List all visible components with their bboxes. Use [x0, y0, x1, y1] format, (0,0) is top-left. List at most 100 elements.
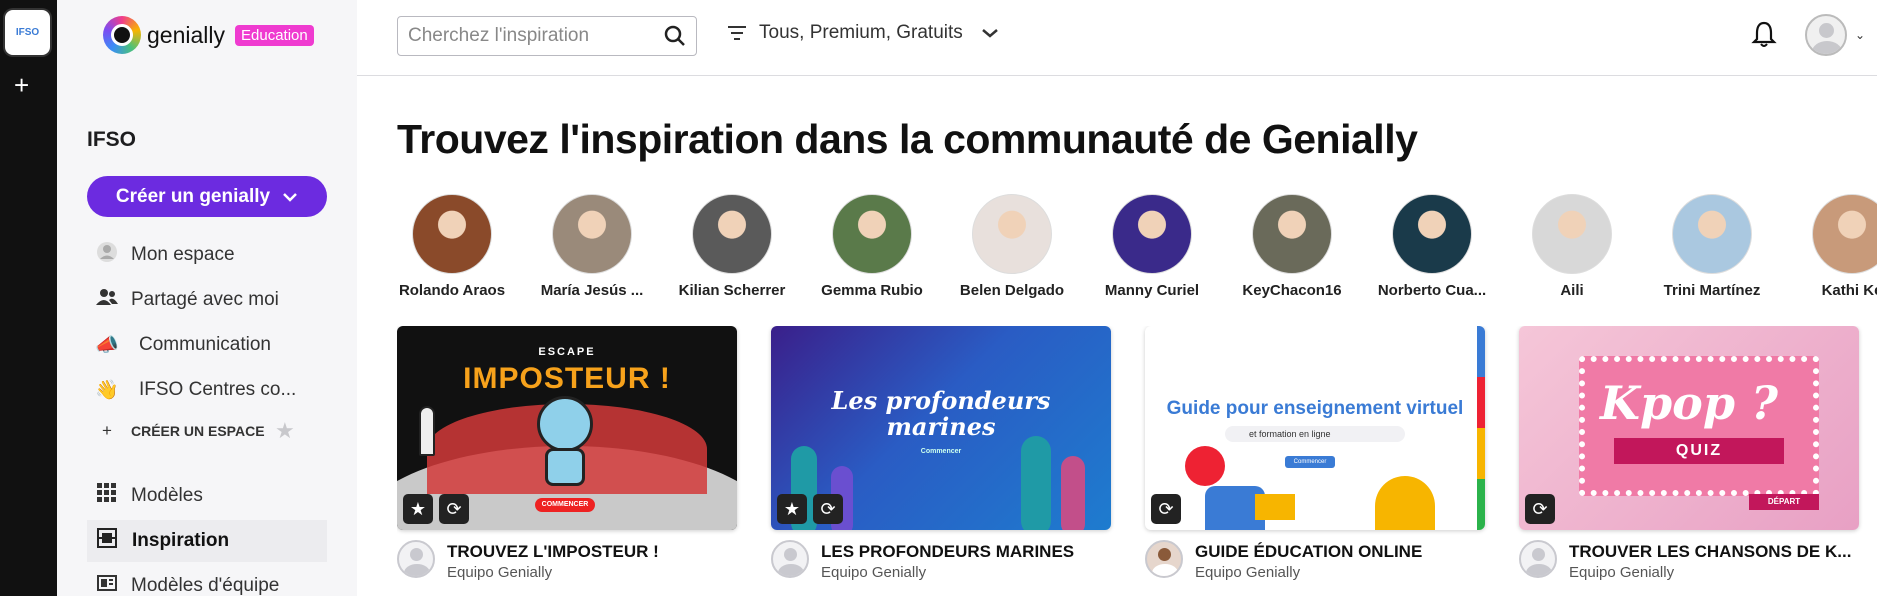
inspiration-icon — [95, 528, 119, 554]
add-workspace-icon[interactable]: + — [14, 72, 29, 98]
creator-name: Kilian Scherrer — [678, 282, 786, 299]
card-author[interactable]: Equipo Genially — [1195, 564, 1300, 581]
creator-avatar — [552, 194, 632, 274]
genially-logo[interactable]: genially Education — [103, 16, 314, 54]
creator-item[interactable]: Rolando Araos — [397, 194, 517, 299]
sidebar-item-label: Modèles — [131, 485, 203, 506]
star-icon[interactable]: ★ — [777, 494, 807, 524]
chevron-down-icon[interactable]: ⌄ — [1855, 28, 1865, 42]
people-icon — [95, 288, 119, 312]
star-icon[interactable]: ★ — [403, 494, 433, 524]
template-card[interactable]: ESCAPE IMPOSTEUR ! COMMENCER ★ ⟳ TROUVEZ… — [397, 326, 737, 588]
card-title[interactable]: LES PROFONDEURS MARINES — [821, 542, 1074, 562]
creator-item[interactable]: Kathi Ke — [1787, 194, 1877, 299]
card-author[interactable]: Equipo Genially — [447, 564, 552, 581]
creator-item[interactable]: Kilian Scherrer — [667, 194, 797, 299]
sidebar-item-communication[interactable]: 📣 Communication — [57, 324, 357, 366]
creator-name: Trini Martínez — [1663, 282, 1761, 299]
search-input[interactable] — [408, 25, 653, 47]
workspace-rail: IFSO + — [0, 0, 57, 596]
filter-icon — [728, 26, 746, 40]
remix-icon[interactable]: ⟳ — [1151, 494, 1181, 524]
creator-item[interactable]: Norberto Cua... — [1367, 194, 1497, 299]
card-author[interactable]: Equipo Genially — [1569, 564, 1674, 581]
creator-avatar — [1672, 194, 1752, 274]
remix-icon[interactable]: ⟳ — [1525, 494, 1555, 524]
page-title: Trouvez l'inspiration dans la communauté… — [397, 116, 1418, 162]
chevron-down-icon — [283, 192, 297, 202]
template-card[interactable]: Guide pour enseignement virtuel et forma… — [1145, 326, 1485, 588]
star-icon[interactable]: ★ — [275, 418, 295, 444]
create-space-button[interactable]: + CRÉER UN ESPACE ★ — [57, 410, 357, 452]
creator-name: Manny Curiel — [1104, 282, 1200, 299]
thumb-text: et formation en ligne — [1225, 426, 1405, 442]
creator-item[interactable]: Manny Curiel — [1087, 194, 1217, 299]
creator-item[interactable]: KeyChacon16 — [1227, 194, 1357, 299]
creator-item[interactable]: Belen Delgado — [947, 194, 1077, 299]
sidebar-item-inspiration[interactable]: Inspiration — [87, 520, 327, 562]
sidebar-item-team-templates[interactable]: Modèles d'équipe — [57, 565, 357, 607]
creator-item[interactable]: María Jesús ... — [527, 194, 657, 299]
creator-avatar — [1532, 194, 1612, 274]
user-avatar[interactable] — [1805, 14, 1847, 56]
grid-icon — [95, 483, 119, 509]
thumb-text: Commencer — [1285, 456, 1335, 468]
brand-name: genially — [147, 21, 225, 48]
creator-name: Aili — [1560, 282, 1584, 299]
card-thumbnail[interactable]: ESCAPE IMPOSTEUR ! COMMENCER ★ ⟳ — [397, 326, 737, 530]
creator-item[interactable]: Gemma Rubio — [807, 194, 937, 299]
creator-item[interactable]: Aili — [1507, 194, 1637, 299]
creator-name: Kathi Ke — [1821, 282, 1877, 299]
creator-name: María Jesús ... — [540, 282, 644, 299]
card-thumbnail[interactable]: Guide pour enseignement virtuel et forma… — [1145, 326, 1485, 530]
sidebar-item-my-space[interactable]: Mon espace — [57, 234, 357, 276]
card-title[interactable]: GUIDE ÉDUCATION ONLINE — [1195, 542, 1422, 562]
template-card[interactable]: Kpop ? QUIZ DÉPART ⟳ TROUVER LES CHANSON… — [1519, 326, 1859, 588]
sidebar-item-ifso-centres[interactable]: 👋 IFSO Centres co... — [57, 369, 357, 411]
creator-avatar — [1252, 194, 1332, 274]
card-title[interactable]: TROUVEZ L'IMPOSTEUR ! — [447, 542, 659, 562]
thumb-text: ESCAPE — [538, 346, 596, 358]
card-author[interactable]: Equipo Genially — [821, 564, 926, 581]
megaphone-icon: 📣 — [95, 335, 119, 356]
thumb-text: IMPOSTEUR ! — [463, 362, 671, 395]
sidebar-item-templates[interactable]: Modèles — [57, 475, 357, 517]
remix-icon[interactable]: ⟳ — [813, 494, 843, 524]
creator-avatar — [972, 194, 1052, 274]
author-avatar — [771, 540, 809, 578]
sidebar-item-label: Partagé avec moi — [131, 289, 279, 310]
waving-hand-icon: 👋 — [95, 380, 119, 401]
filter-dropdown[interactable]: Tous, Premium, Gratuits — [727, 22, 999, 44]
bell-icon[interactable] — [1751, 20, 1777, 48]
card-title[interactable]: TROUVER LES CHANSONS DE K... — [1569, 542, 1851, 562]
search-box — [397, 16, 697, 56]
create-genially-button[interactable]: Créer un genially — [87, 176, 327, 217]
thumb-text: COMMENCER — [535, 498, 595, 512]
user-circle-icon — [95, 241, 119, 269]
thumb-text: Les profondeurs marines — [831, 386, 1051, 441]
template-card[interactable]: Les profondeurs marines Commencer ★ ⟳ LE… — [771, 326, 1111, 588]
sidebar-item-label: Mon espace — [131, 244, 235, 265]
creators-carousel: Rolando Araos María Jesús ... Kilian Sch… — [397, 194, 1877, 306]
creator-avatar — [692, 194, 772, 274]
thumb-text: DÉPART — [1749, 494, 1819, 510]
chevron-down-icon — [981, 29, 998, 38]
education-badge: Education — [235, 24, 314, 46]
team-templates-icon — [95, 575, 119, 597]
search-icon[interactable] — [664, 25, 686, 47]
sidebar-item-shared[interactable]: Partagé avec moi — [57, 279, 357, 321]
workspace-switcher[interactable]: IFSO — [5, 10, 50, 55]
creator-avatar — [1392, 194, 1472, 274]
author-avatar — [397, 540, 435, 578]
card-thumbnail[interactable]: Kpop ? QUIZ DÉPART ⟳ — [1519, 326, 1859, 530]
plus-icon: + — [102, 421, 112, 440]
creator-name: Rolando Araos — [398, 282, 506, 299]
inspiration-grid: ESCAPE IMPOSTEUR ! COMMENCER ★ ⟳ TROUVEZ… — [397, 326, 1877, 596]
thumb-text: QUIZ — [1614, 438, 1784, 464]
creator-item[interactable]: Trini Martínez — [1647, 194, 1777, 299]
remix-icon[interactable]: ⟳ — [439, 494, 469, 524]
creator-name: KeyChacon16 — [1242, 282, 1342, 299]
sidebar-item-label: IFSO Centres co... — [139, 379, 297, 400]
card-thumbnail[interactable]: Les profondeurs marines Commencer ★ ⟳ — [771, 326, 1111, 530]
thumb-text: Guide pour enseignement virtuel — [1166, 398, 1464, 419]
